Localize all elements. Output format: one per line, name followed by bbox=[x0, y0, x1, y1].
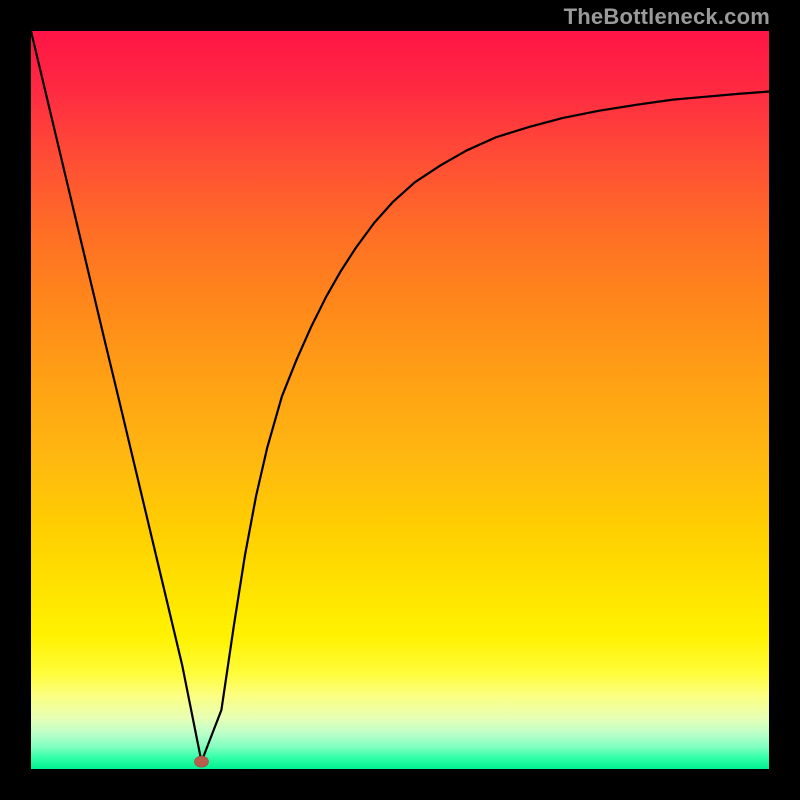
optimal-marker bbox=[31, 31, 769, 769]
watermark-text: TheBottleneck.com bbox=[564, 4, 770, 30]
plot-area bbox=[31, 31, 769, 769]
chart-container: TheBottleneck.com bbox=[0, 0, 800, 800]
